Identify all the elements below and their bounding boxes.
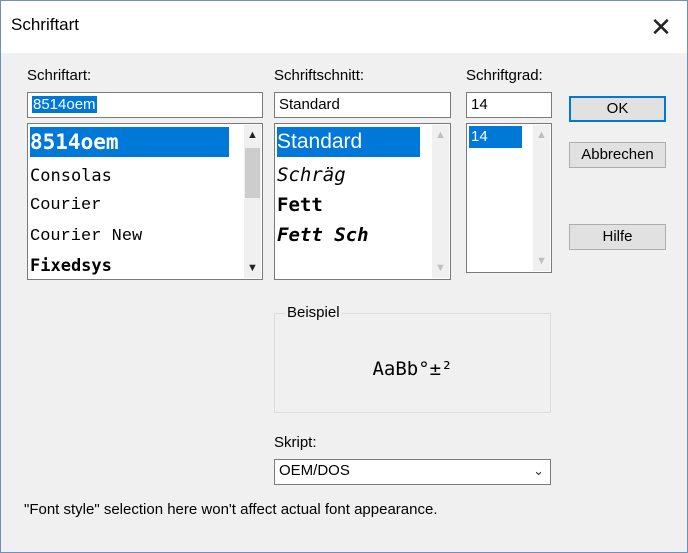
scroll-up-icon[interactable]: ▲ (244, 129, 261, 141)
size-list[interactable]: 14 ▲ ▼ (466, 123, 552, 273)
help-button[interactable]: Hilfe (569, 224, 666, 250)
size-input[interactable]: 14 (466, 92, 552, 118)
font-list-item[interactable]: Fixedsys (30, 252, 112, 279)
style-list-item[interactable]: Schräg (277, 160, 346, 190)
style-list-item[interactable]: Fett (277, 190, 323, 220)
sample-group: Beispiel AaBb°±² (274, 304, 551, 413)
style-list-item[interactable]: Fett Sch (277, 220, 369, 250)
scroll-up-icon[interactable]: ▲ (533, 129, 550, 141)
size-input-value: 14 (471, 96, 488, 113)
title-bar: Schriftart ✕ (1, 1, 687, 53)
scroll-down-icon[interactable]: ▼ (244, 262, 261, 274)
style-label: Schriftschnitt: (274, 67, 365, 84)
scroll-up-icon[interactable]: ▲ (432, 129, 449, 141)
size-list-scrollbar[interactable]: ▲ ▼ (533, 125, 550, 271)
cancel-button[interactable]: Abbrechen (569, 142, 666, 168)
font-label: Schriftart: (27, 67, 92, 84)
size-list-item[interactable]: 14 (469, 126, 522, 148)
script-select[interactable]: OEM/DOS ⌄ (274, 459, 551, 485)
scroll-down-icon[interactable]: ▼ (432, 262, 449, 274)
ok-button[interactable]: OK (569, 96, 666, 122)
font-list-item[interactable]: 8514oem (30, 127, 229, 157)
close-icon[interactable]: ✕ (635, 1, 687, 53)
font-list-item[interactable]: Courier New (30, 222, 142, 252)
style-list-item[interactable]: Standard (277, 127, 420, 157)
style-list-scrollbar[interactable]: ▲ ▼ (432, 125, 449, 278)
font-list-item[interactable]: Consolas (30, 161, 112, 191)
window-title: Schriftart (11, 15, 80, 34)
font-input-value: 8514oem (32, 96, 97, 113)
scroll-thumb[interactable] (245, 148, 260, 198)
style-list[interactable]: Standard Schräg Fett Fett Sch ▲ ▼ (274, 123, 451, 280)
chevron-down-icon[interactable]: ⌄ (533, 463, 544, 479)
script-select-value: OEM/DOS (279, 462, 350, 479)
font-style-note: "Font style" selection here won't affect… (24, 501, 438, 518)
sample-label: Beispiel (285, 304, 342, 321)
scroll-down-icon[interactable]: ▼ (533, 255, 550, 267)
font-list-scrollbar[interactable]: ▲ ▼ (244, 125, 261, 278)
font-list-item[interactable]: Courier (30, 191, 101, 221)
style-input-value: Standard (279, 96, 340, 113)
sample-text: AaBb°±² (372, 358, 453, 380)
size-label: Schriftgrad: (466, 67, 543, 84)
style-input[interactable]: Standard (274, 92, 451, 118)
font-list[interactable]: 8514oem Consolas Courier Courier New Fix… (27, 123, 263, 280)
font-dialog: Schriftart ✕ Schriftart: 8514oem 8514oem… (0, 0, 688, 553)
font-input[interactable]: 8514oem (27, 92, 263, 118)
script-label: Skript: (274, 434, 317, 451)
